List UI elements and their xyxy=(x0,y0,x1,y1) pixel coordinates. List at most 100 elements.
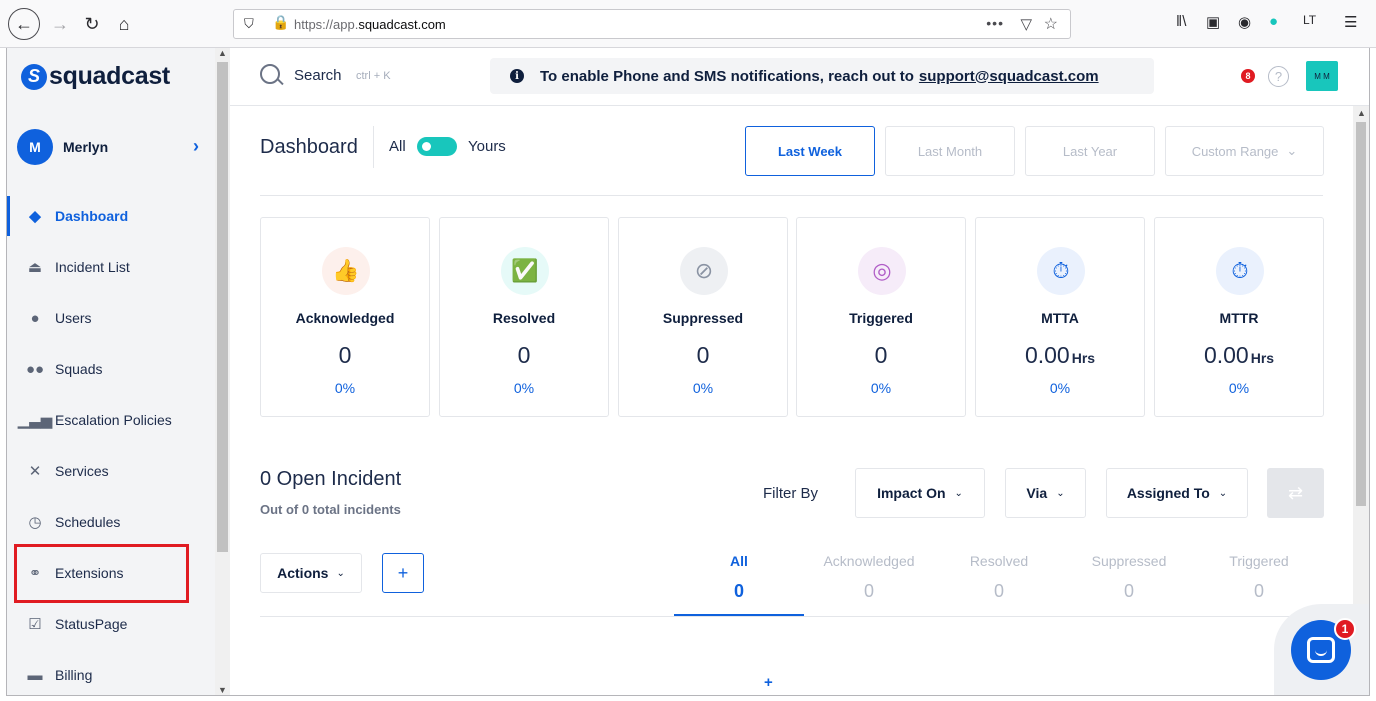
library-icon[interactable]: ‖\ xyxy=(1176,13,1186,30)
sidebar-item-schedules[interactable]: ◷ Schedules xyxy=(7,502,215,542)
siren-icon: ⏏ xyxy=(27,259,43,276)
search-icon[interactable] xyxy=(260,64,280,84)
extension-icon[interactable]: ◉ xyxy=(1238,13,1251,31)
chevron-down-icon: ⌄ xyxy=(954,487,963,499)
extension-teal-icon[interactable]: ● xyxy=(1269,13,1278,30)
sidebar-item-label: Users xyxy=(55,310,92,326)
brand-name: squadcast xyxy=(49,62,170,90)
tab-label: All xyxy=(730,553,748,569)
open-incident-title: 0 Open Incident xyxy=(260,468,402,490)
tracking-shield-icon[interactable]: ⛉ xyxy=(244,16,254,32)
sidebar-toggle-icon[interactable]: ▣ xyxy=(1206,13,1220,31)
stat-card-acknowledged: 👍 Acknowledged 0 0% xyxy=(260,217,430,417)
card-value-number: 0.00 xyxy=(1203,342,1249,368)
card-unit: Hrs xyxy=(1250,350,1275,366)
dropdown-label: Impact On xyxy=(877,485,946,501)
last-month-button[interactable]: Last Month xyxy=(885,126,1015,176)
tab-count: 0 xyxy=(733,581,744,601)
card-value-number: 0 xyxy=(874,342,888,368)
thumbs-up-icon: 👍 xyxy=(322,247,370,295)
divider xyxy=(260,616,1323,617)
toggle-all-label[interactable]: All xyxy=(389,138,406,155)
sidebar-item-dashboard[interactable]: ◆ Dashboard xyxy=(7,196,215,236)
refresh-icon: ⇄ xyxy=(1287,482,1304,503)
tab-acknowledged[interactable]: Acknowledged 0 xyxy=(804,548,934,616)
user-menu-avatar[interactable]: M M xyxy=(1306,61,1338,91)
tab-suppressed[interactable]: Suppressed 0 xyxy=(1064,548,1194,616)
sidebar-item-billing[interactable]: ▬ Billing xyxy=(7,655,215,695)
window-border-bottom xyxy=(6,695,1370,696)
help-icon[interactable]: ? xyxy=(1268,66,1289,87)
main-scroll-thumb[interactable] xyxy=(1356,122,1366,506)
card-percent: 0% xyxy=(1049,380,1071,396)
range-label: Last Year xyxy=(1062,143,1118,159)
muted-siren-icon: ⊘ xyxy=(680,247,728,295)
actions-dropdown[interactable]: Actions ⌄ xyxy=(260,553,362,593)
card-value: 0 xyxy=(797,342,965,369)
stat-card-mttr: ⏱ MTTR 0.00 Hrs 0% xyxy=(1154,217,1324,417)
sidebar-item-label: Schedules xyxy=(55,514,121,530)
tab-label: Acknowledged xyxy=(823,553,915,569)
sidebar-item-squads[interactable]: ●● Squads xyxy=(7,349,215,389)
via-dropdown[interactable]: Via ⌄ xyxy=(1005,468,1086,518)
url-text[interactable]: https://app.squadcast.com xyxy=(294,17,446,32)
toggle-knob xyxy=(422,142,431,151)
card-percent: 0% xyxy=(692,380,714,396)
range-label: Last Week xyxy=(777,143,843,159)
notification-badge[interactable]: 8 xyxy=(1241,69,1255,83)
toggle-yours-label[interactable]: Yours xyxy=(468,138,506,155)
custom-range-dropdown[interactable]: Custom Range ⌄ xyxy=(1165,126,1324,176)
sidebar-item-services[interactable]: ✕ Services xyxy=(7,451,215,491)
actions-label: Actions xyxy=(277,565,329,581)
forward-icon[interactable]: → xyxy=(44,8,76,40)
refresh-button[interactable]: ⇄ xyxy=(1267,468,1324,518)
scroll-up-icon[interactable]: ▲ xyxy=(1357,108,1366,118)
dropdown-label: Assigned To xyxy=(1126,485,1210,501)
squadcast-logo[interactable]: S squadcast xyxy=(21,62,170,91)
stat-card-suppressed: ⊘ Suppressed 0 0% xyxy=(618,217,788,417)
sidebar-item-statuspage[interactable]: ☑ StatusPage xyxy=(7,604,215,644)
check-siren-icon: ✅ xyxy=(501,247,549,295)
extension-lt-icon[interactable]: LT xyxy=(1303,13,1316,27)
address-bar[interactable]: ⛉ 🔒 https://app.squadcast.com ••• ▽ ☆ xyxy=(233,9,1071,39)
pocket-icon[interactable]: ▽ xyxy=(1020,15,1032,33)
impact-on-dropdown[interactable]: Impact On ⌄ xyxy=(855,468,985,518)
add-incident-button[interactable]: + xyxy=(382,553,424,593)
stat-card-mtta: ⏱ MTTA 0.00 Hrs 0% xyxy=(975,217,1145,417)
sidebar-scrollbar[interactable]: ▲ ▼ xyxy=(215,48,230,695)
sidebar-item-label: Dashboard xyxy=(55,208,129,224)
search-label[interactable]: Search xyxy=(294,67,342,84)
menu-icon[interactable]: ☰ xyxy=(1344,13,1357,31)
sidebar-item-incident-list[interactable]: ⏏ Incident List xyxy=(7,247,215,287)
all-yours-toggle[interactable] xyxy=(417,137,457,156)
banner-text: To enable Phone and SMS notifications, r… xyxy=(540,67,914,85)
assigned-to-dropdown[interactable]: Assigned To ⌄ xyxy=(1106,468,1248,518)
last-week-button[interactable]: Last Week xyxy=(745,126,875,176)
group-icon: ●● xyxy=(25,360,45,378)
back-icon[interactable]: ← xyxy=(8,8,40,40)
tab-all[interactable]: All 0 xyxy=(674,548,804,616)
home-icon[interactable]: ⌂ xyxy=(108,8,140,40)
profile-switcher[interactable]: M Merlyn › xyxy=(17,129,205,165)
last-year-button[interactable]: Last Year xyxy=(1025,126,1155,176)
avatar: M xyxy=(17,129,53,165)
reload-icon[interactable]: ↻ xyxy=(76,8,108,40)
scroll-down-icon[interactable]: ▼ xyxy=(218,685,227,695)
sidebar-item-users[interactable]: ● Users xyxy=(7,298,215,338)
card-percent: 0% xyxy=(870,380,892,396)
range-label: Custom Range xyxy=(1191,143,1279,159)
total-incidents-subtitle: Out of 0 total incidents xyxy=(260,502,401,517)
chevron-right-icon: › xyxy=(193,136,199,156)
lock-icon[interactable]: 🔒 xyxy=(272,14,289,31)
sidebar-item-escalation-policies[interactable]: ▁▃▅ Escalation Policies xyxy=(7,400,215,440)
tab-resolved[interactable]: Resolved 0 xyxy=(934,548,1064,616)
page-actions-icon[interactable]: ••• xyxy=(986,15,1004,31)
chat-unread-badge: 1 xyxy=(1334,618,1356,640)
profile-name: Merlyn xyxy=(63,139,109,155)
sidebar-scroll-thumb[interactable] xyxy=(217,62,228,552)
card-title: Triggered xyxy=(849,310,913,326)
tab-label: Suppressed xyxy=(1091,553,1167,569)
support-email-link[interactable]: support@squadcast.com xyxy=(919,68,1099,85)
scroll-up-icon[interactable]: ▲ xyxy=(218,48,227,58)
bookmark-star-icon[interactable]: ☆ xyxy=(1044,14,1058,34)
